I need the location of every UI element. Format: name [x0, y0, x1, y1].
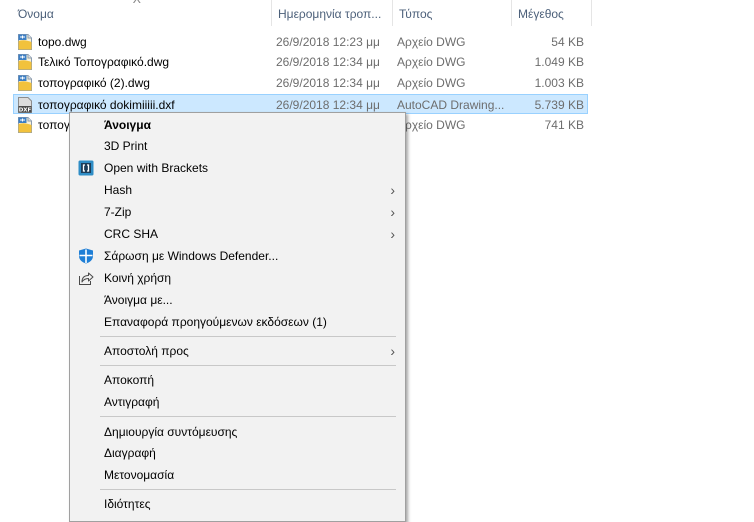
- share-icon: [78, 270, 94, 286]
- menu-separator: [100, 489, 396, 490]
- menu-item-17[interactable]: Ιδιότητες: [70, 493, 405, 515]
- menu-item-label: Αποστολή προς: [104, 344, 189, 358]
- submenu-chevron-icon: ›: [390, 204, 395, 220]
- file-row[interactable]: τοπογραφικό (2).dwg 26/9/2018 12:34 μμ Αρχ…: [14, 73, 587, 93]
- menu-item-15[interactable]: Διαγραφή: [70, 442, 405, 464]
- windows-defender-shield-icon: [78, 248, 94, 264]
- file-type: Αρχείο DWG: [397, 35, 466, 49]
- menu-separator: [100, 416, 396, 417]
- menu-item-1[interactable]: Άνοιγμα: [70, 114, 405, 136]
- menu-item-label: Διαγραφή: [104, 446, 156, 460]
- file-row[interactable]: topo.dwg 26/9/2018 12:23 μμ Αρχείο DWG 54 K…: [14, 32, 587, 52]
- dwg-file-icon: [17, 34, 33, 50]
- menu-item-6[interactable]: CRC SHA ›: [70, 223, 405, 245]
- menu-item-11[interactable]: Αποστολή προς ›: [70, 340, 405, 362]
- menu-item-label: Αντιγραφή: [104, 395, 160, 409]
- file-name: Τελικό Τοπογραφικό.dwg: [38, 55, 170, 69]
- menu-item-9[interactable]: Άνοιγμα με...: [70, 289, 405, 311]
- file-size: 1.049 KB: [534, 55, 584, 69]
- file-type: Αρχείο DWG: [397, 55, 466, 69]
- menu-item-label: Κοινή χρήση: [104, 271, 172, 285]
- menu-item-16[interactable]: Μετονομασία: [70, 464, 405, 486]
- file-type: Αρχείο DWG: [397, 118, 466, 132]
- file-date-modified: 26/9/2018 12:23 μμ: [276, 35, 380, 49]
- menu-item-label: Open with Brackets: [104, 161, 209, 175]
- column-header-bar: Όνομα ^ Ημερομηνία τροπ... Τύπος Μέγεθος: [0, 0, 754, 28]
- menu-separator: [100, 336, 396, 337]
- menu-item-4[interactable]: Hash ›: [70, 179, 405, 201]
- file-size: 741 KB: [544, 118, 584, 132]
- menu-item-12[interactable]: Αποκοπή: [70, 369, 405, 391]
- menu-item-5[interactable]: 7-Zip ›: [70, 201, 405, 223]
- menu-item-8[interactable]: Κοινή χρήση: [70, 267, 405, 289]
- file-type: Αρχείο DWG: [397, 76, 466, 90]
- menu-item-13[interactable]: Αντιγραφή: [70, 391, 405, 413]
- menu-item-label: CRC SHA: [104, 227, 159, 241]
- menu-item-label: 7-Zip: [104, 205, 132, 219]
- menu-item-label: Σάρωση με Windows Defender...: [104, 249, 279, 263]
- brackets-icon: [78, 160, 94, 176]
- file-date-modified: 26/9/2018 12:34 μμ: [276, 55, 380, 69]
- submenu-chevron-icon: ›: [390, 343, 395, 359]
- column-header-size[interactable]: Μέγεθος: [512, 0, 591, 28]
- menu-item-10[interactable]: Επαναφορά προηγούμενων εκδόσεων (1): [70, 311, 405, 333]
- file-size: 1.003 KB: [534, 76, 584, 90]
- menu-item-label: Αποκοπή: [104, 373, 155, 387]
- menu-item-14[interactable]: Δημιουργία συντόμευσης: [70, 421, 405, 443]
- menu-item-label: Άνοιγμα με...: [104, 293, 173, 307]
- file-size: 54 KB: [551, 35, 584, 49]
- menu-item-label: Δημιουργία συντόμευσης: [104, 425, 238, 439]
- dwg-file-icon: [17, 117, 33, 133]
- dwg-file-icon: [17, 54, 33, 70]
- file-date-modified: 26/9/2018 12:34 μμ: [276, 76, 380, 90]
- sort-ascending-icon: ^: [132, 0, 141, 10]
- column-divider[interactable]: [591, 0, 592, 26]
- svg-text:DXF: DXF: [19, 108, 32, 113]
- menu-item-2[interactable]: 3D Print: [70, 135, 405, 157]
- submenu-chevron-icon: ›: [390, 226, 395, 242]
- menu-separator: [100, 365, 396, 366]
- menu-item-label: Άνοιγμα: [104, 118, 151, 132]
- dxf-file-icon: DXF: [17, 97, 33, 114]
- file-name: topo.dwg: [38, 35, 87, 49]
- menu-item-7[interactable]: Σάρωση με Windows Defender...: [70, 245, 405, 267]
- file-row[interactable]: Τελικό Τοπογραφικό.dwg 26/9/2018 12:34 μμ…: [14, 52, 587, 72]
- menu-item-label: 3D Print: [104, 139, 148, 153]
- context-menu: Άνοιγμα 3D Print Open with Brackets Hash › 7-…: [69, 112, 406, 522]
- column-header-type[interactable]: Τύπος: [393, 0, 511, 28]
- menu-item-3[interactable]: Open with Brackets: [70, 157, 405, 179]
- submenu-chevron-icon: ›: [390, 182, 395, 198]
- file-size: 5.739 KB: [534, 98, 584, 112]
- file-type: AutoCAD Drawing...: [397, 98, 505, 112]
- menu-item-label: Επαναφορά προηγούμενων εκδόσεων (1): [104, 315, 327, 329]
- file-name: τοπογραφικό (2).dwg: [38, 76, 150, 90]
- menu-item-label: Hash: [104, 183, 133, 197]
- file-row[interactable]: DXF τοπογραφικό dokimiiiii.dxf 26/9/2018 1…: [13, 94, 588, 114]
- dwg-file-icon: [17, 75, 33, 91]
- menu-item-label: Ιδιότητες: [104, 497, 151, 511]
- column-header-date[interactable]: Ημερομηνία τροπ...: [272, 0, 392, 28]
- menu-item-label: Μετονομασία: [104, 468, 175, 482]
